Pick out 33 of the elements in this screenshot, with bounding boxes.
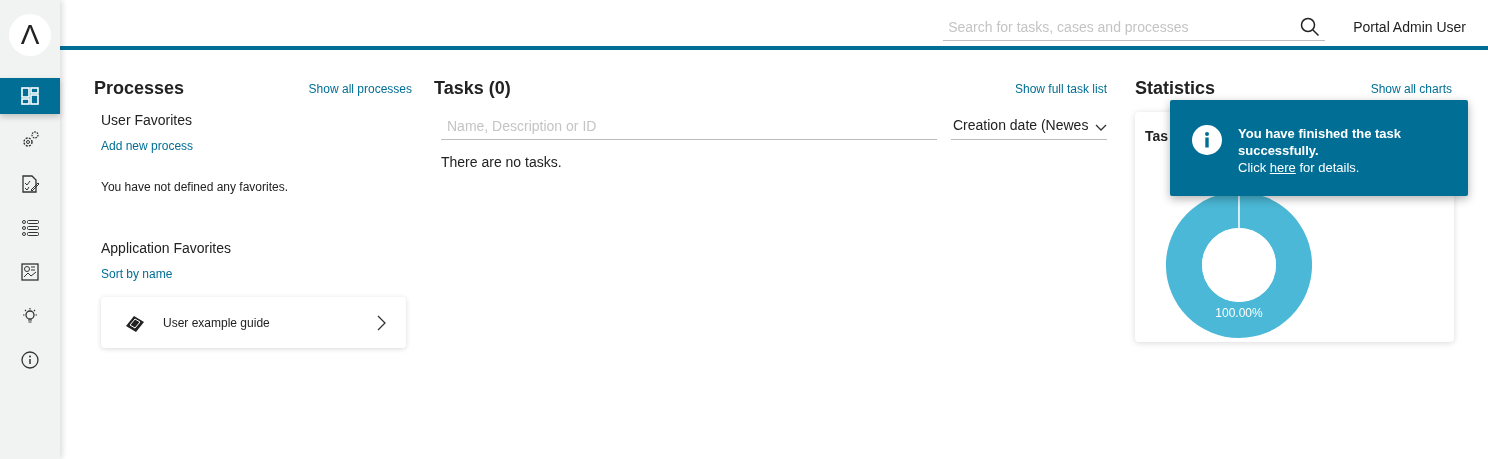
section-title: Statistics [1135, 77, 1216, 100]
filter-field[interactable]: Name, Description or ID [441, 112, 937, 140]
empty-message: You have not defined any favorites. [101, 179, 290, 196]
chevron-right-icon [377, 314, 386, 331]
show-task-list-link[interactable]: Show full task list [1014, 79, 1107, 98]
details-link[interactable]: here [1269, 160, 1296, 175]
report-icon [20, 262, 40, 282]
sort-dropdown[interactable]: Creation date (Newes [951, 112, 1107, 140]
search-icon[interactable] [1300, 17, 1321, 37]
toast-title: You have finished the task successfully. [1238, 125, 1403, 159]
section-title: Processes [94, 77, 185, 100]
lightbulb-icon [20, 306, 40, 326]
search-field[interactable]: Search for tasks, cases and processes [943, 13, 1326, 41]
empty-message: There are no tasks. [440, 153, 563, 172]
user-name[interactable]: Portal Admin User [1353, 16, 1466, 38]
toast-message: Click here for details. [1238, 159, 1361, 176]
show-charts-link[interactable]: Show all charts [1370, 79, 1452, 98]
logo[interactable]: Λ [9, 14, 51, 56]
caret-icon [1095, 123, 1107, 132]
show-all-processes-link[interactable]: Show all processes [308, 79, 412, 98]
value-label: 100.00% [1215, 305, 1263, 322]
dashboard-icon [20, 86, 40, 106]
favorite-item[interactable]: User example guide [101, 297, 406, 348]
info-icon [20, 350, 40, 370]
checklist-icon [20, 174, 40, 194]
section-title: Tasks (0) [434, 77, 511, 100]
add-process-link[interactable]: Add new process [101, 137, 412, 155]
list-icon [20, 218, 40, 238]
subsection-title: User Favorites [101, 111, 194, 130]
sort-link[interactable]: Sort by name [101, 265, 412, 283]
info-icon [1192, 125, 1222, 155]
card-title: Tas [1145, 127, 1169, 146]
subsection-title: Application Favorites [101, 239, 232, 258]
